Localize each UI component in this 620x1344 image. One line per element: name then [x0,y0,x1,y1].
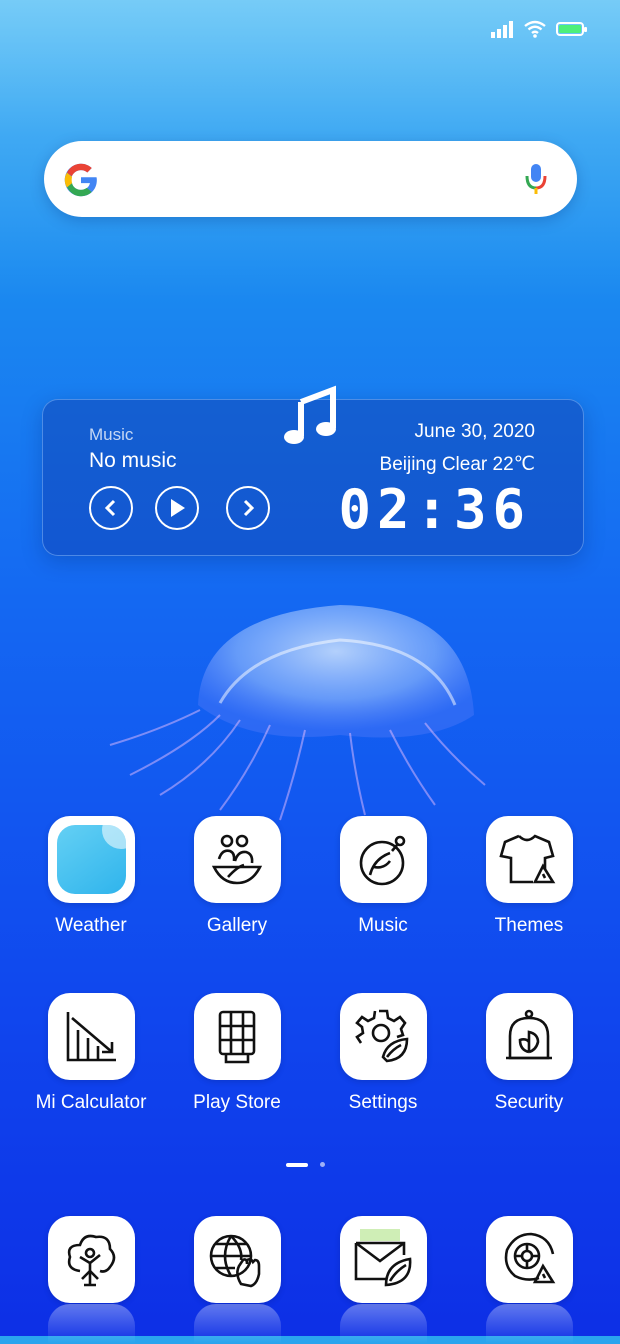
play-icon [171,499,185,517]
dock-reflection [486,1304,573,1344]
page-dot-active[interactable] [286,1162,308,1167]
play-button[interactable] [155,486,199,530]
app-label: Gallery [206,915,268,936]
app-label: Weather [55,915,127,936]
app-gallery[interactable]: Gallery [164,816,310,937]
app-label: Settings [348,1092,418,1113]
search-bar[interactable] [44,141,577,217]
prev-icon [104,499,116,517]
track-title: No music [89,449,177,472]
prev-button[interactable] [89,486,133,530]
mic-icon[interactable] [523,162,549,196]
app-label: Security [494,1092,564,1113]
app-security[interactable]: Security [456,993,602,1114]
widget-clock: 02:36 [338,478,531,541]
search-input[interactable] [124,161,488,199]
dock-reflection [340,1304,427,1344]
security-icon [485,993,573,1080]
music-widget[interactable]: Music No music June 30, 2020 Beijing Cle… [42,385,584,556]
settings-icon [339,993,427,1080]
cleaner-icon [485,1216,573,1303]
app-settings[interactable]: Settings [310,993,456,1114]
app-weather[interactable]: Weather [18,816,164,937]
page-dot[interactable] [320,1162,325,1167]
app-label: Play Store [193,1092,281,1113]
google-logo-icon [64,163,97,197]
music-note-icon [284,385,336,444]
signal-icon [491,21,513,38]
next-button[interactable] [226,486,270,530]
play-store-icon [193,993,281,1080]
battery-icon [556,22,587,36]
dock-app-2[interactable] [164,1216,310,1303]
weather-icon [47,816,135,903]
tree-person-icon [47,1216,135,1303]
wifi-icon [524,20,546,38]
gallery-icon [193,816,281,903]
dock-app-1[interactable] [18,1216,164,1303]
widget-date: June 30, 2020 [414,421,535,442]
mail-leaf-icon [339,1216,427,1303]
page-indicator[interactable] [286,1162,325,1167]
dock-reflection [48,1304,135,1344]
music-icon [339,816,427,903]
dock-reflection [194,1304,281,1344]
dock-app-3[interactable] [310,1216,456,1303]
app-play-store[interactable]: Play Store [164,993,310,1114]
browser-globe-icon [193,1216,281,1303]
app-mi-calculator[interactable]: Mi Calculator [18,993,164,1114]
app-music[interactable]: Music [310,816,456,937]
next-icon [243,499,255,517]
dock-app-4[interactable] [456,1216,602,1303]
widget-label: Music [89,425,134,444]
calculator-icon [47,993,135,1080]
app-label: Mi Calculator [35,1092,147,1113]
themes-icon [485,816,573,903]
app-label: Themes [494,915,564,936]
app-themes[interactable]: Themes [456,816,602,937]
app-label: Music [358,915,408,936]
widget-weather: Beijing Clear 22℃ [379,454,535,475]
status-bar [490,18,587,40]
jellyfish-wallpaper [109,605,486,821]
